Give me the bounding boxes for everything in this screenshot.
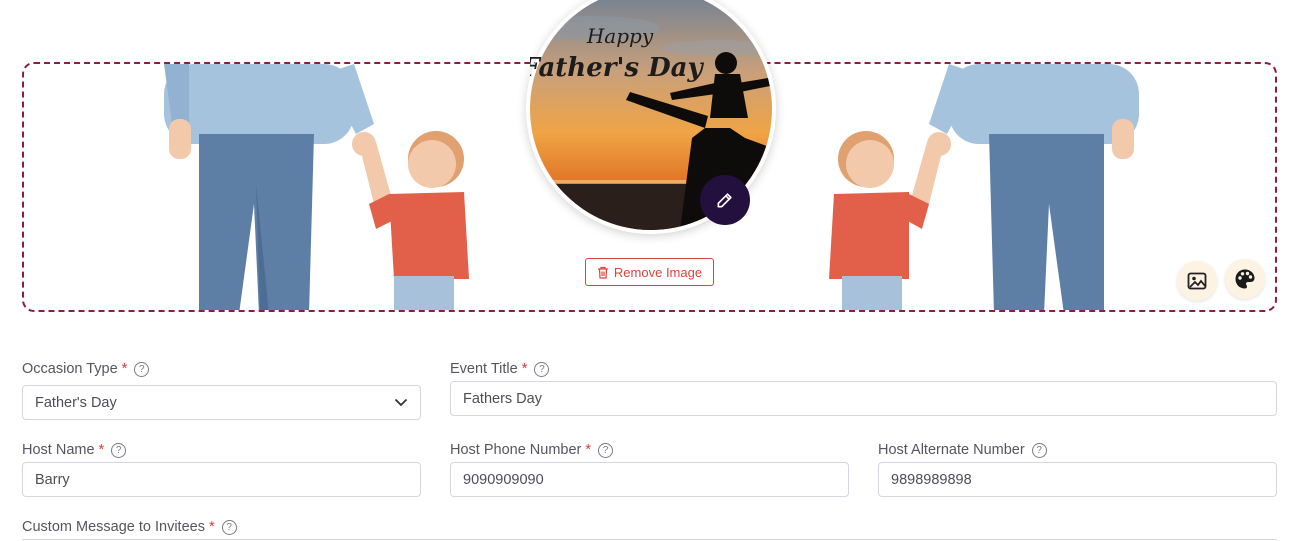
required-mark: *	[585, 442, 592, 458]
help-circle-icon[interactable]: ?	[111, 442, 127, 458]
required-mark: *	[98, 442, 105, 458]
palette-icon	[1235, 269, 1255, 289]
occasion-type-select[interactable]: Father's Day	[22, 385, 421, 420]
help-circle-icon[interactable]: ?	[221, 519, 237, 535]
child-right-illustration	[829, 131, 944, 310]
required-mark: *	[121, 361, 128, 377]
trash-icon	[597, 266, 608, 279]
help-circle-icon[interactable]: ?	[598, 442, 614, 458]
edit-avatar-button[interactable]	[700, 175, 750, 225]
host-alternate-label: Host Alternate Number ?	[878, 442, 1047, 458]
pencil-icon	[717, 193, 732, 208]
father-right-illustration	[927, 64, 1139, 310]
occasion-type-value: Father's Day	[35, 394, 117, 411]
father-left-illustration	[164, 64, 376, 310]
required-mark: *	[208, 519, 215, 535]
host-phone-input[interactable]: 9090909090	[450, 462, 849, 497]
remove-image-label: Remove Image	[613, 264, 703, 280]
theme-button[interactable]	[1225, 259, 1265, 299]
required-mark: *	[521, 361, 528, 377]
help-circle-icon[interactable]: ?	[534, 361, 550, 377]
host-alternate-input[interactable]: 9898989898	[878, 462, 1277, 497]
child-left-illustration	[359, 131, 469, 310]
avatar-heading-line2: Father's Day	[530, 53, 704, 83]
help-circle-icon[interactable]: ?	[1031, 442, 1047, 458]
host-phone-label: Host Phone Number * ?	[450, 442, 614, 458]
occasion-type-label: Occasion Type * ?	[22, 361, 150, 377]
event-title-input[interactable]: Fathers Day	[450, 381, 1277, 416]
custom-message-label: Custom Message to Invitees * ?	[22, 519, 237, 535]
change-banner-button[interactable]	[1177, 261, 1217, 301]
event-title-label: Event Title * ?	[450, 361, 550, 377]
host-name-input[interactable]: Barry	[22, 462, 421, 497]
image-icon	[1187, 272, 1207, 290]
chevron-down-icon	[394, 398, 408, 407]
avatar-heading-line1: Happy	[586, 24, 654, 48]
help-circle-icon[interactable]: ?	[134, 361, 150, 377]
remove-image-button[interactable]: Remove Image	[585, 258, 714, 286]
host-name-label: Host Name * ?	[22, 442, 127, 458]
